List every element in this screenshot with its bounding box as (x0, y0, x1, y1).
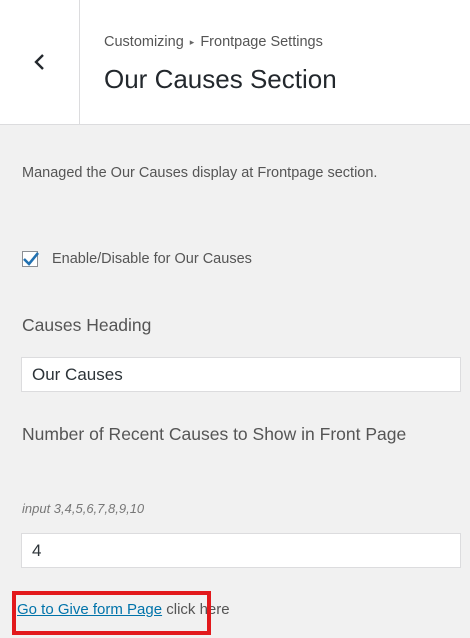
chevron-left-icon (33, 54, 44, 70)
recent-causes-count-input[interactable] (21, 533, 461, 568)
give-form-link[interactable]: Go to Give form Page (17, 601, 162, 618)
give-form-row: Go to Give form Page click here (17, 601, 230, 618)
enable-checkbox[interactable] (22, 251, 40, 267)
back-button[interactable] (0, 0, 80, 124)
causes-heading-input[interactable] (21, 357, 461, 392)
breadcrumb: Customizing ▸ Frontpage Settings (104, 34, 323, 50)
give-form-suffix: click here (162, 601, 230, 618)
checkmark-icon (23, 252, 40, 266)
causes-heading-label: Causes Heading (22, 315, 152, 335)
enable-checkbox-label[interactable]: Enable/Disable for Our Causes (52, 251, 252, 267)
page-title: Our Causes Section (104, 64, 337, 94)
breadcrumb-separator: ▸ (189, 37, 195, 47)
recent-causes-count-label: Number of Recent Causes to Show in Front… (22, 424, 407, 444)
section-description: Managed the Our Causes display at Frontp… (22, 165, 378, 181)
customizer-header: Customizing ▸ Frontpage Settings Our Cause… (0, 0, 470, 125)
breadcrumb-root: Customizing (104, 34, 184, 50)
breadcrumb-current: Frontpage Settings (200, 34, 323, 50)
recent-causes-hint: input 3,4,5,6,7,8,9,10 (22, 501, 145, 516)
enable-row: Enable/Disable for Our Causes (22, 251, 252, 267)
